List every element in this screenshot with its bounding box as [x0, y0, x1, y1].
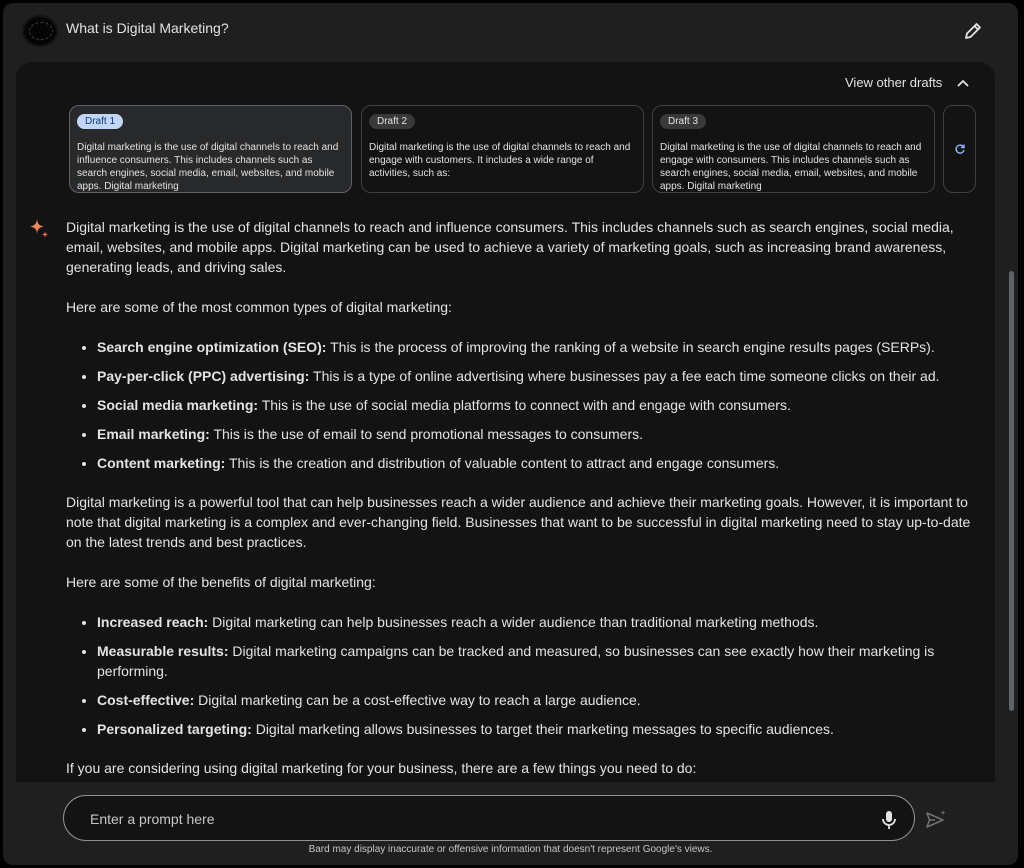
chat-window: What is Digital Marketing? View other dr… — [3, 3, 1018, 865]
draft-badge: Draft 2 — [369, 114, 416, 129]
list-item-desc: Digital marketing allows businesses to t… — [251, 721, 834, 737]
list-item: Content marketing: This is the creation … — [97, 453, 971, 473]
response-panel: View other drafts Draft 1 Digital market… — [16, 62, 995, 782]
conversation-title: What is Digital Marketing? — [66, 20, 229, 36]
prompt-box — [63, 795, 915, 841]
list-item-term: Email marketing: — [97, 426, 210, 442]
list-item-desc: This is a type of online advertising whe… — [309, 368, 940, 384]
draft-preview: Digital marketing is the use of digital … — [369, 142, 631, 179]
mic-icon — [882, 811, 896, 829]
draft-preview: Digital marketing is the use of digital … — [660, 142, 922, 192]
chevron-up-icon — [957, 79, 969, 87]
pencil-icon — [965, 23, 981, 39]
list-item-desc: This is the creation and distribution of… — [225, 455, 780, 471]
list-item-term: Cost-effective: — [97, 692, 195, 708]
regenerate-drafts-button[interactable] — [943, 105, 976, 193]
draft-badge: Draft 1 — [77, 114, 124, 129]
prompt-input[interactable] — [88, 807, 852, 831]
list-item-term: Social media marketing: — [97, 397, 259, 413]
response-paragraph: If you are considering using digital mar… — [66, 760, 697, 776]
list-item-term: Increased reach: — [97, 614, 209, 630]
list-item-desc: This is the use of social media platform… — [258, 397, 791, 413]
list-item-term: Pay-per-click (PPC) advertising: — [97, 368, 310, 384]
list-item-desc: Digital marketing can be a cost-effectiv… — [194, 692, 641, 708]
list-item-term: Personalized targeting: — [97, 721, 252, 737]
benefits-list: Increased reach: Digital marketing can h… — [66, 612, 971, 739]
list-item: Increased reach: Digital marketing can h… — [97, 612, 971, 632]
list-item: Social media marketing: This is the use … — [97, 395, 971, 415]
draft-badge: Draft 3 — [660, 114, 707, 129]
disclaimer: Bard may display inaccurate or offensive… — [308, 844, 713, 855]
list-item: Email marketing: This is the use of emai… — [97, 424, 971, 444]
list-item: Cost-effective: Digital marketing can be… — [97, 690, 971, 710]
draft-preview: Digital marketing is the use of digital … — [77, 142, 339, 192]
list-item: Personalized targeting: Digital marketin… — [97, 719, 971, 739]
list-item-desc: This is the process of improving the ran… — [326, 339, 935, 355]
top-bar: What is Digital Marketing? — [3, 3, 1018, 61]
list-item: Search engine optimization (SEO): This i… — [97, 337, 971, 357]
draft-card-1[interactable]: Draft 1 Digital marketing is the use of … — [69, 105, 352, 193]
types-list: Search engine optimization (SEO): This i… — [66, 337, 971, 473]
response-content: Digital marketing is the use of digital … — [66, 217, 971, 782]
list-item: Measurable results: Digital marketing ca… — [97, 641, 971, 681]
response-paragraph: Digital marketing is a powerful tool tha… — [66, 494, 971, 550]
scrollbar-thumb[interactable] — [1009, 271, 1014, 711]
draft-card-3[interactable]: Draft 3 Digital marketing is the use of … — [652, 105, 935, 193]
send-icon — [926, 810, 946, 828]
list-item-term: Measurable results: — [97, 643, 229, 659]
draft-card-2[interactable]: Draft 2 Digital marketing is the use of … — [361, 105, 644, 193]
avatar[interactable] — [22, 15, 58, 47]
view-other-drafts-button[interactable]: View other drafts — [845, 75, 970, 90]
sparkle-icon — [30, 219, 49, 238]
send-button[interactable] — [923, 807, 949, 833]
list-item: Pay-per-click (PPC) advertising: This is… — [97, 366, 971, 386]
list-item-term: Search engine optimization (SEO): — [97, 339, 327, 355]
mic-button[interactable] — [877, 808, 901, 832]
response-paragraph: Here are some of the most common types o… — [66, 299, 452, 315]
response-paragraph: Digital marketing is the use of digital … — [66, 219, 954, 275]
refresh-icon — [954, 144, 965, 154]
list-item-desc: Digital marketing can help businesses re… — [208, 614, 819, 630]
list-item-desc: This is the use of email to send promoti… — [209, 426, 644, 442]
edit-button[interactable] — [961, 19, 985, 43]
list-item-term: Content marketing: — [97, 455, 226, 471]
view-other-drafts-label: View other drafts — [845, 75, 943, 90]
response-paragraph: Here are some of the benefits of digital… — [66, 574, 376, 590]
